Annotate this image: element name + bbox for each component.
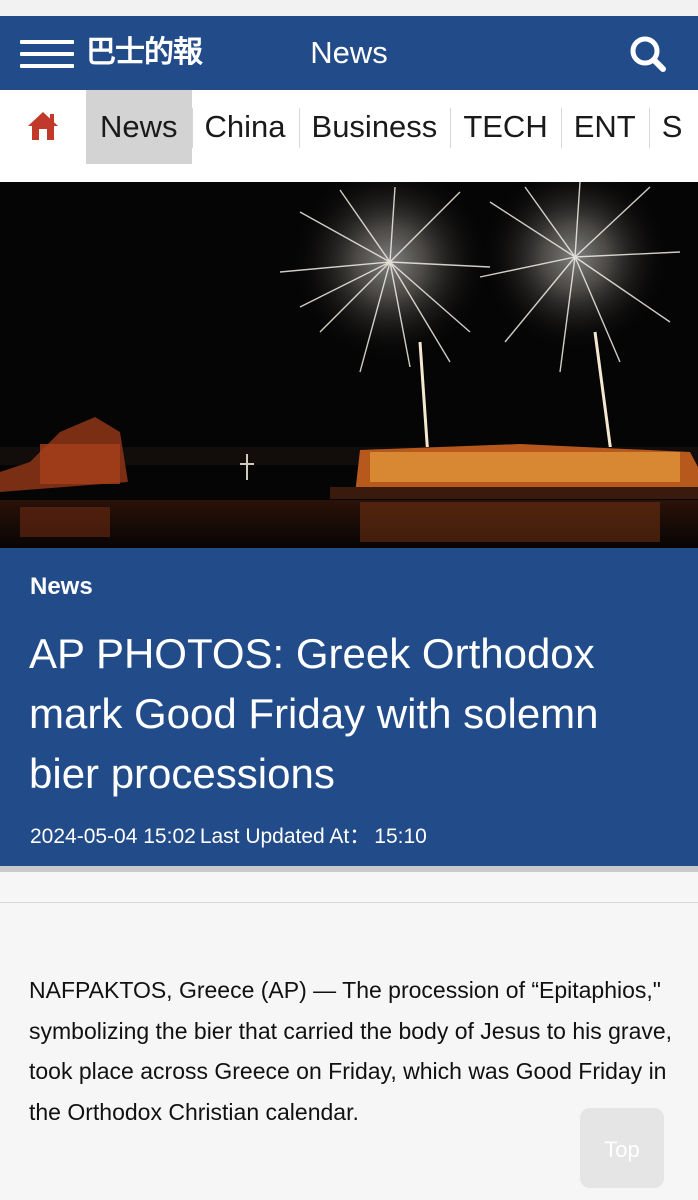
hamburger-menu-icon — [20, 40, 74, 44]
nav-tabs: News China Business TECH ENT S — [86, 90, 695, 182]
search-icon — [630, 36, 666, 72]
article-category[interactable]: News — [30, 573, 93, 601]
content-divider — [0, 902, 698, 903]
tab-tech[interactable]: TECH — [450, 90, 560, 164]
home-button[interactable] — [26, 109, 60, 143]
article-paragraph: NAFPAKTOS, Greece (AP) — The procession … — [29, 977, 673, 1125]
hamburger-menu-icon-bar — [20, 64, 74, 68]
fireworks-photo — [0, 182, 698, 548]
site-logo[interactable]: 巴士的報 — [86, 34, 203, 72]
tab-business[interactable]: Business — [298, 90, 451, 164]
tab-china[interactable]: China — [191, 90, 299, 164]
updated-label: Last Updated At： — [199, 825, 371, 848]
hamburger-menu-icon-bar — [20, 52, 74, 56]
app-header: 巴士的報 News — [0, 16, 698, 90]
article-hero-image — [0, 182, 698, 548]
status-strip — [0, 0, 698, 16]
tab-more[interactable]: S — [648, 90, 696, 164]
search-button[interactable] — [626, 32, 670, 76]
tab-news[interactable]: News — [86, 90, 192, 164]
category-nav: News China Business TECH ENT S — [0, 90, 698, 183]
publish-time: 2024-05-04 15:02 — [30, 825, 196, 848]
tab-ent[interactable]: ENT — [560, 90, 649, 164]
updated-time: 15:10 — [374, 825, 427, 848]
article-header: News AP PHOTOS: Greek Orthodox mark Good… — [0, 548, 698, 866]
menu-button[interactable] — [20, 38, 74, 70]
home-icon — [28, 112, 58, 140]
article-title: AP PHOTOS: Greek Orthodox mark Good Frid… — [29, 630, 599, 797]
back-to-top-button[interactable]: Top — [580, 1108, 664, 1188]
article-meta: 2024-05-04 15:02 Last Updated At： 15:10 — [30, 820, 427, 850]
